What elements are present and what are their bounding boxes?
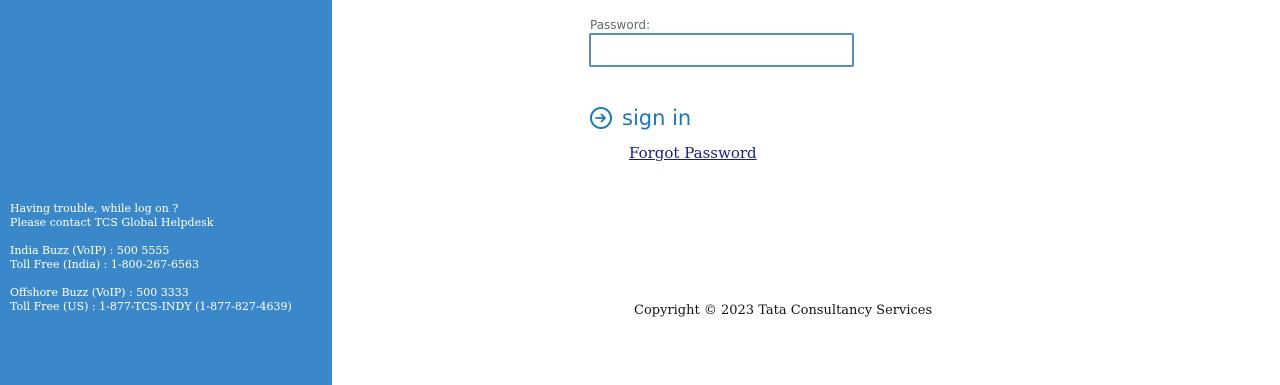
helpdesk-info: Having trouble, while log on ? Please co… [10, 202, 292, 314]
india-buzz-number: India Buzz (VoIP) : 500 5555 [10, 244, 170, 257]
sign-in-button[interactable]: sign in [589, 104, 691, 132]
password-input[interactable] [589, 33, 854, 67]
india-toll-free-number: Toll Free (India) : 1-800-267-6563 [10, 258, 200, 271]
password-label: Password: [590, 18, 651, 32]
offshore-buzz-number: Offshore Buzz (VoIP) : 500 3333 [10, 286, 189, 299]
help-contact-text: Please contact TCS Global Helpdesk [10, 216, 214, 229]
help-trouble-text: Having trouble, while log on ? [10, 202, 179, 215]
arrow-right-circle-icon [590, 107, 612, 129]
sign-in-label: sign in [622, 106, 692, 130]
copyright-text: Copyright © 2023 Tata Consultancy Servic… [634, 303, 933, 318]
forgot-password-link[interactable]: Forgot Password [629, 144, 757, 162]
us-toll-free-number: Toll Free (US) : 1-877-TCS-INDY (1-877-8… [10, 300, 292, 313]
help-sidebar: Having trouble, while log on ? Please co… [0, 0, 332, 385]
